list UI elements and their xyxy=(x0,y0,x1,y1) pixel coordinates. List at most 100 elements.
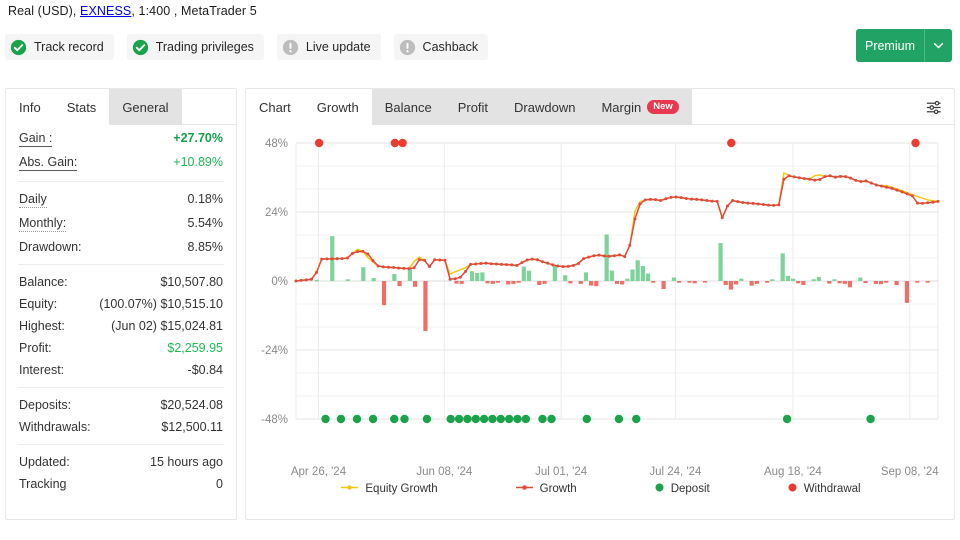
status-badge-label: Cashback xyxy=(422,40,479,54)
series-point xyxy=(880,184,884,188)
profit-bar xyxy=(412,281,418,287)
profit-bar xyxy=(506,281,511,285)
deposit-marker[interactable] xyxy=(614,414,624,424)
chart-tab-margin[interactable]: Margin New xyxy=(588,89,692,125)
broker-link[interactable]: EXNESS xyxy=(80,4,131,18)
stat-value-text: $15,024.81 xyxy=(160,319,223,333)
series-point xyxy=(725,204,729,208)
profit-bar xyxy=(480,272,485,281)
stat-label[interactable]: Monthly: xyxy=(19,216,67,232)
stat-value: $20,524.08 xyxy=(160,398,223,412)
deposit-marker[interactable] xyxy=(446,414,455,424)
withdrawal-marker[interactable] xyxy=(390,138,400,148)
status-badge-live-update[interactable]: Live update xyxy=(276,34,381,60)
stats-tab-stats[interactable]: Stats xyxy=(53,89,110,125)
legend-dot-marker xyxy=(788,483,797,495)
profit-bar xyxy=(765,281,770,283)
chart-tab-profit[interactable]: Profit xyxy=(444,89,502,125)
y-axis-tick-label: 48% xyxy=(265,138,288,150)
stat-label: Equity: xyxy=(19,297,58,311)
stat-label: Updated: xyxy=(19,455,70,469)
status-badge-trading-privileges[interactable]: Trading privileges xyxy=(126,34,264,60)
deposit-marker[interactable] xyxy=(368,414,378,424)
x-axis-tick-label: Aug 18, '24 xyxy=(764,466,822,478)
series-point xyxy=(356,250,360,254)
stat-row: Gain : +27.70% xyxy=(6,127,236,151)
stats-tab-info[interactable]: Info xyxy=(6,89,54,125)
stat-label[interactable]: Daily xyxy=(19,192,47,208)
withdrawal-marker[interactable] xyxy=(911,138,920,148)
stat-label[interactable]: Abs. Gain: xyxy=(19,155,78,171)
deposit-marker[interactable] xyxy=(321,414,330,424)
profit-bar xyxy=(894,281,899,286)
series-point xyxy=(679,196,683,200)
stat-row: Balance: $10,507.80 xyxy=(6,271,236,293)
deposit-marker[interactable] xyxy=(479,414,489,424)
legend-item-withdrawal[interactable]: Withdrawal xyxy=(788,483,861,495)
y-axis-tick-label: -24% xyxy=(261,345,288,357)
deposit-marker[interactable] xyxy=(504,414,514,424)
status-badge-cashback[interactable]: Cashback xyxy=(393,34,489,60)
deposit-marker[interactable] xyxy=(496,414,505,424)
deposit-marker[interactable] xyxy=(471,414,480,424)
stat-value: (Jun 02) $15,024.81 xyxy=(111,319,223,333)
deposit-marker[interactable] xyxy=(390,414,399,424)
deposit-marker[interactable] xyxy=(422,414,432,424)
series-point xyxy=(515,263,519,267)
profit-bar xyxy=(640,266,645,281)
deposit-marker[interactable] xyxy=(513,414,522,424)
series-point xyxy=(890,186,894,190)
growth-chart[interactable]: 48% 24% 0% -24% -48% Apr 26, '24 Jun 08, '24 Ju… xyxy=(246,125,956,519)
deposit-marker[interactable] xyxy=(866,414,875,424)
profit-bar xyxy=(785,275,790,281)
stats-tab-general[interactable]: General xyxy=(109,89,182,125)
profit-bar xyxy=(728,281,734,290)
deposit-marker[interactable] xyxy=(400,414,409,424)
withdrawal-marker[interactable] xyxy=(398,138,407,148)
deposit-marker[interactable] xyxy=(632,414,641,424)
chart-tab-growth[interactable]: Growth xyxy=(303,89,372,125)
stat-row: Equity: (100.07%) $10,515.10 xyxy=(6,293,236,315)
series-point xyxy=(576,261,580,265)
stat-label: Withdrawals: xyxy=(19,420,91,434)
legend-item-equity-growth[interactable]: Equity Growth xyxy=(341,483,438,495)
deposit-marker[interactable] xyxy=(463,414,472,424)
stat-value: $2,259.95 xyxy=(167,341,223,355)
legend-item-deposit[interactable]: Deposit xyxy=(655,483,710,495)
series-point xyxy=(767,203,771,207)
deposit-marker[interactable] xyxy=(538,414,547,424)
profit-bar xyxy=(801,281,806,286)
series-point xyxy=(823,175,827,179)
series-point xyxy=(556,264,560,268)
deposit-marker[interactable] xyxy=(488,414,497,424)
stat-value-text: 0 xyxy=(216,477,223,491)
profit-bar xyxy=(495,281,501,283)
deposit-marker[interactable] xyxy=(582,414,592,424)
chart-settings-button[interactable] xyxy=(918,92,948,122)
profit-bar xyxy=(392,274,397,281)
chart-tab-label: Balance xyxy=(384,99,432,115)
chart-tab-label: Chart xyxy=(259,99,291,115)
deposit-marker[interactable] xyxy=(352,414,362,424)
chart-tab-drawdown[interactable]: Drawdown xyxy=(501,89,589,125)
withdrawal-marker[interactable] xyxy=(314,138,324,148)
stat-label[interactable]: Gain : xyxy=(19,131,53,147)
chart-tab-chart[interactable]: Chart xyxy=(246,89,304,125)
chevron-down-icon[interactable] xyxy=(924,29,952,62)
legend-item-growth[interactable]: Growth xyxy=(515,483,577,495)
legend-label: Growth xyxy=(539,483,577,495)
status-badge-track-record[interactable]: Track record xyxy=(5,34,114,60)
series-line-growth xyxy=(295,175,939,282)
deposit-marker[interactable] xyxy=(336,414,346,424)
premium-button[interactable]: Premium xyxy=(856,29,952,62)
withdrawal-marker[interactable] xyxy=(727,138,736,148)
series-point xyxy=(335,257,339,261)
deposit-marker[interactable] xyxy=(547,414,556,424)
growth-chart-canvas[interactable]: 48% 24% 0% -24% -48% Apr 26, '24 Jun 08, '24 Ju… xyxy=(246,125,956,519)
deposit-marker[interactable] xyxy=(454,414,464,424)
deposit-marker[interactable] xyxy=(521,414,531,424)
deposit-marker[interactable] xyxy=(782,414,792,424)
chart-tab-balance[interactable]: Balance xyxy=(371,89,445,125)
stat-value: (100.07%) $10,515.10 xyxy=(99,297,223,311)
profit-bar xyxy=(614,281,620,284)
